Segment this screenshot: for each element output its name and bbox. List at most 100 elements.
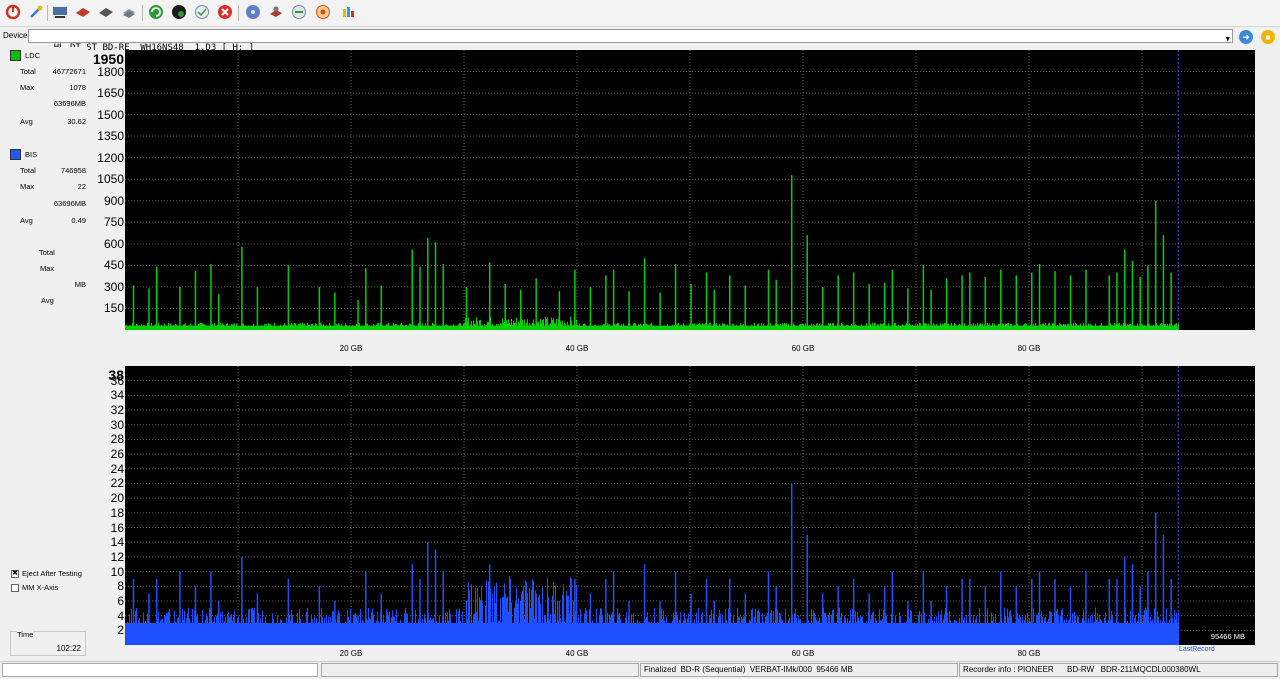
data-spike <box>1031 272 1033 330</box>
data-bar <box>996 327 997 330</box>
exit-icon[interactable] <box>339 3 357 21</box>
data-bar <box>269 628 270 645</box>
data-bar <box>1126 326 1127 330</box>
data-bar <box>374 325 375 330</box>
data-bar <box>227 323 228 330</box>
data-bar <box>770 323 771 330</box>
data-spike <box>589 593 592 645</box>
data-spike <box>256 286 259 330</box>
data-bar <box>798 615 799 645</box>
data-bar <box>988 324 989 330</box>
data-spike <box>380 593 383 645</box>
data-bar <box>845 326 846 330</box>
data-bar <box>641 628 642 645</box>
data-spike <box>1116 272 1118 330</box>
scan-button[interactable]: ➜ <box>1239 30 1253 44</box>
data-spike <box>155 578 158 645</box>
data-bar <box>957 327 958 330</box>
cancel-icon[interactable] <box>216 3 234 21</box>
data-bar <box>544 326 545 330</box>
erase-icon[interactable] <box>290 3 308 21</box>
data-bar <box>1045 616 1046 645</box>
data-bar <box>332 325 333 330</box>
data-bar <box>512 324 513 330</box>
data-bar <box>457 626 458 645</box>
data-bar <box>801 323 802 330</box>
data-bar <box>1122 326 1123 330</box>
data-bar <box>924 323 925 330</box>
drive-info-icon[interactable] <box>51 3 69 21</box>
power-icon[interactable] <box>4 3 22 21</box>
data-bar <box>327 326 328 330</box>
data-bar <box>206 327 207 330</box>
data-spike <box>775 279 777 330</box>
data-bar <box>663 610 664 645</box>
data-bar <box>579 628 580 645</box>
data-bar <box>670 633 671 645</box>
device-select[interactable]: HL-DT-ST BD-RE WH16NS48 1.D3 [ H: ] ▼ <box>28 29 1233 53</box>
chevron-down-icon[interactable]: ▼ <box>1226 33 1230 45</box>
disc-blue-icon[interactable] <box>244 3 262 21</box>
data-bar <box>965 629 966 645</box>
data-bar <box>142 327 143 330</box>
data-bar <box>615 633 616 645</box>
data-bar <box>469 590 470 645</box>
data-bar <box>177 327 178 330</box>
data-bar <box>573 325 574 330</box>
data-bar <box>499 326 500 330</box>
data-bar <box>783 324 784 330</box>
check-icon[interactable] <box>193 3 211 21</box>
disc-red-icon[interactable] <box>74 3 92 21</box>
copy-icon[interactable] <box>120 3 138 21</box>
burn-icon[interactable] <box>267 3 285 21</box>
data-bar <box>655 325 656 330</box>
data-bar <box>615 324 616 330</box>
data-bar <box>172 624 173 645</box>
data-bar <box>721 327 722 330</box>
data-bar <box>247 326 248 330</box>
data-bar <box>804 622 805 645</box>
data-bar <box>552 595 553 645</box>
data-bar <box>1004 607 1005 645</box>
data-bar <box>556 318 557 330</box>
data-spike <box>411 564 414 645</box>
data-bar <box>872 612 873 645</box>
data-bar <box>579 323 580 330</box>
data-bar <box>155 628 156 645</box>
data-bar <box>797 627 798 645</box>
wand-icon[interactable] <box>27 3 45 21</box>
data-spike <box>1054 271 1056 330</box>
data-bar <box>805 631 806 645</box>
globe-icon[interactable] <box>170 3 188 21</box>
data-bar <box>630 629 631 645</box>
data-bar <box>472 327 473 330</box>
data-spike <box>1038 263 1041 330</box>
refresh-icon[interactable] <box>147 3 165 21</box>
data-bar <box>943 619 944 645</box>
data-bar <box>309 629 310 645</box>
data-bar <box>498 620 499 645</box>
disc-grey-icon[interactable] <box>97 3 115 21</box>
data-bar <box>731 327 732 330</box>
data-bar <box>569 613 570 645</box>
data-bar <box>917 324 918 330</box>
data-bar <box>1037 326 1038 330</box>
data-bar <box>263 327 264 330</box>
lock-button[interactable]: ■ <box>1261 30 1275 44</box>
data-bar <box>839 325 840 330</box>
data-bar <box>897 325 898 330</box>
data-bar <box>407 613 408 645</box>
data-bar <box>152 628 153 645</box>
data-spike <box>907 600 909 645</box>
settings-icon[interactable] <box>314 3 332 21</box>
data-spike <box>194 271 197 330</box>
data-spike <box>690 284 692 330</box>
data-bar <box>255 630 256 645</box>
data-bar <box>1023 324 1024 330</box>
data-bar <box>1062 608 1063 645</box>
data-bar <box>975 619 976 645</box>
data-bar <box>462 611 463 645</box>
data-bar <box>756 623 757 645</box>
data-bar <box>715 324 716 330</box>
y-tick-label: 32 <box>110 403 124 418</box>
